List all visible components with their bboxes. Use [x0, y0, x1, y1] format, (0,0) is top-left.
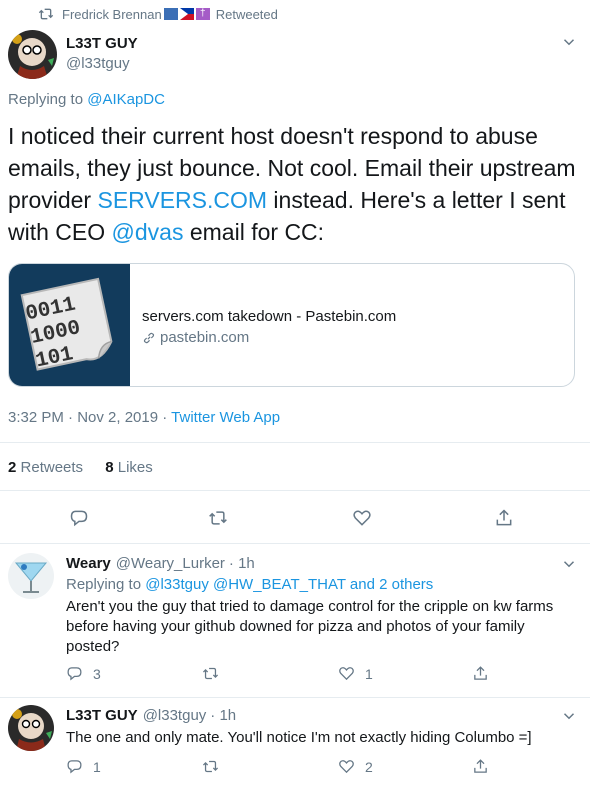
philippines-flag-icon [179, 8, 194, 20]
reply-1-share-button[interactable] [472, 665, 489, 682]
tweet-timestamp: 3:32 PM · Nov 2, 2019 · Twitter Web App [8, 409, 281, 426]
likes-count-link[interactable]: 8 Likes [105, 459, 153, 476]
retweet-icon [209, 511, 227, 525]
reply-1-like-count: 1 [365, 665, 373, 682]
reply-2-like-count: 2 [365, 758, 373, 775]
retweeted-label: Retweeted [215, 6, 278, 22]
share-button[interactable] [494, 508, 514, 528]
reply-2-author-name[interactable]: L33T GUY [66, 707, 138, 724]
reply-1-retweet-button[interactable] [202, 665, 219, 682]
reply-2-like-button[interactable]: 2 [338, 758, 373, 775]
divider [0, 442, 590, 443]
reply-2-author-handle[interactable]: @l33tguy [143, 707, 207, 724]
share-icon [474, 666, 487, 680]
reply-1-replying-to: Replying to @l33tguy @HW_BEAT_THAT and 2… [66, 576, 434, 593]
tweet-time[interactable]: 3:32 PM · Nov 2, 2019 [8, 409, 158, 426]
link-card[interactable]: 0011 1000 101 servers.com takedown - Pas… [8, 263, 575, 387]
replying-to-mention[interactable]: @AIKapDC [87, 91, 165, 108]
retweet-icon [202, 760, 219, 773]
reply-2-reply-button[interactable]: 1 [66, 758, 101, 775]
like-icon [339, 760, 354, 774]
link-icon [143, 332, 155, 343]
reply-2-reply-count: 1 [93, 758, 101, 775]
reply-1-header: Weary @Weary_Lurker · 1h [66, 555, 255, 572]
chevron-down-icon[interactable] [560, 33, 578, 51]
tweet-source[interactable]: Twitter Web App [171, 409, 280, 426]
mention-dvas[interactable]: @dvas [112, 219, 184, 245]
reply-1-reply-button[interactable]: 3 [66, 665, 101, 682]
reply-icon [70, 510, 88, 527]
flag-icon [163, 8, 178, 20]
divider [0, 697, 590, 698]
reply-2-retweet-button[interactable] [202, 758, 219, 775]
retweeter-name[interactable]: Fredrick Brennan [62, 7, 162, 22]
chevron-down-icon[interactable] [560, 555, 578, 573]
reply-2-text: The one and only mate. You'll notice I'm… [66, 729, 532, 746]
reply-1-mentions[interactable]: @l33tguy @HW_BEAT_THAT and 2 others [145, 576, 433, 593]
card-domain: pastebin.com [142, 329, 249, 346]
card-title: servers.com takedown - Pastebin.com [142, 308, 397, 325]
reply-1-author-name[interactable]: Weary [66, 555, 111, 572]
retweet-header: Fredrick Brennan † Retweeted [38, 6, 278, 22]
divider [0, 543, 590, 544]
reply-1-reply-count: 3 [93, 665, 101, 682]
reply-icon [67, 667, 82, 681]
chevron-down-icon[interactable] [560, 707, 578, 725]
retweets-count-link[interactable]: 2 Retweets [8, 459, 83, 476]
reply-1-author-handle[interactable]: @Weary_Lurker [116, 555, 225, 572]
reply-2-share-button[interactable] [472, 758, 489, 775]
reply-1-like-button[interactable]: 1 [338, 665, 373, 682]
avatar[interactable] [8, 30, 57, 79]
avatar[interactable] [8, 705, 54, 751]
like-button[interactable] [352, 508, 372, 528]
avatar[interactable] [8, 553, 54, 599]
like-icon [339, 667, 354, 681]
reply-icon [67, 760, 82, 774]
author-handle[interactable]: @l33tguy [66, 55, 130, 72]
author-name[interactable]: L33T GUY [66, 35, 138, 52]
reply-1-time[interactable]: · 1h [229, 555, 255, 572]
cross-icon: † [195, 8, 210, 20]
reply-2-time[interactable]: · 1h [210, 707, 236, 724]
reply-1-text: Aren't you the guy that tried to damage … [66, 598, 554, 655]
retweet-icon [38, 8, 54, 20]
share-icon [474, 759, 487, 773]
tweet-text: I noticed their current host doesn't res… [8, 123, 576, 245]
share-icon [496, 509, 512, 526]
replying-to: Replying to @AIKapDC [8, 91, 165, 108]
engagement-counts: 2 Retweets 8 Likes [8, 459, 153, 476]
retweet-icon [202, 667, 219, 680]
reply-2-header: L33T GUY @l33tguy · 1h [66, 707, 236, 724]
retweet-button[interactable] [208, 508, 228, 528]
reply-button[interactable] [69, 508, 89, 528]
servers-link[interactable]: SERVERS.COM [97, 187, 267, 213]
divider [0, 490, 590, 491]
card-thumbnail: 0011 1000 101 [9, 264, 130, 386]
like-icon [353, 510, 371, 526]
